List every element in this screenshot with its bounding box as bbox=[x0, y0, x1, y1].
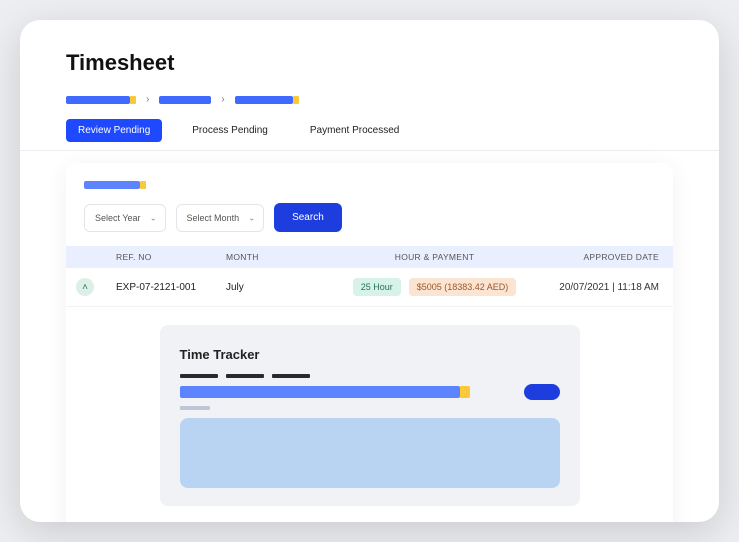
breadcrumb-accent-1 bbox=[130, 96, 136, 104]
col-hour-payment: HOUR & PAYMENT bbox=[336, 252, 533, 262]
action-row: Approve Reject bbox=[66, 516, 673, 522]
tracker-content-area bbox=[180, 418, 560, 488]
breadcrumb-item-3[interactable] bbox=[235, 96, 293, 104]
tracker-title: Time Tracker bbox=[180, 347, 560, 362]
tracker-tab-placeholders bbox=[180, 374, 560, 378]
tab-payment-processed[interactable]: Payment Processed bbox=[298, 119, 412, 142]
time-tracker-card: Time Tracker bbox=[160, 325, 580, 506]
chevron-down-icon: ⌄ bbox=[150, 213, 157, 222]
tracker-progress-bar bbox=[180, 386, 514, 398]
table-row: ˄ EXP-07-2121-001 July 25 Hour $5005 (18… bbox=[66, 268, 673, 307]
expand-toggle[interactable]: ˄ bbox=[76, 278, 94, 296]
col-ref: REF. NO bbox=[116, 252, 226, 262]
select-month-label: Select Month bbox=[187, 213, 240, 223]
breadcrumb-accent-3 bbox=[293, 96, 299, 104]
select-year-label: Select Year bbox=[95, 213, 141, 223]
payment-badge: $5005 (18383.42 AED) bbox=[409, 278, 517, 296]
chevron-right-icon: › bbox=[221, 94, 224, 105]
breadcrumb-item-2[interactable] bbox=[159, 96, 211, 104]
hour-badge: 25 Hour bbox=[353, 278, 401, 296]
search-button[interactable]: Search bbox=[274, 203, 342, 232]
tab-process-pending[interactable]: Process Pending bbox=[180, 119, 280, 142]
section-heading-placeholder bbox=[84, 181, 655, 189]
chevron-up-icon: ˄ bbox=[82, 282, 88, 293]
filter-row: Select Year ⌄ Select Month ⌄ Search bbox=[84, 203, 655, 232]
col-approved: APPROVED DATE bbox=[533, 252, 663, 262]
breadcrumb: › › bbox=[66, 94, 673, 105]
cell-hour-payment: 25 Hour $5005 (18383.42 AED) bbox=[336, 278, 533, 296]
header-region: Timesheet › › Review Pending Process Pen… bbox=[20, 20, 719, 142]
tab-review-pending[interactable]: Review Pending bbox=[66, 119, 162, 142]
tabs: Review Pending Process Pending Payment P… bbox=[66, 119, 673, 142]
divider bbox=[20, 150, 719, 151]
chevron-down-icon: ⌄ bbox=[248, 213, 255, 222]
select-month[interactable]: Select Month ⌄ bbox=[176, 204, 265, 232]
tracker-sub-placeholder bbox=[180, 406, 210, 410]
col-month: MONTH bbox=[226, 252, 336, 262]
chevron-right-icon: › bbox=[146, 94, 149, 105]
breadcrumb-item-1[interactable] bbox=[66, 96, 130, 104]
table-header: REF. NO MONTH HOUR & PAYMENT APPROVED DA… bbox=[66, 246, 673, 268]
app-window: Timesheet › › Review Pending Process Pen… bbox=[20, 20, 719, 522]
cell-ref: EXP-07-2121-001 bbox=[116, 282, 226, 293]
content-panel: Select Year ⌄ Select Month ⌄ Search REF.… bbox=[66, 163, 673, 522]
page-title: Timesheet bbox=[66, 50, 673, 76]
tracker-action-button[interactable] bbox=[524, 384, 560, 400]
cell-approved-date: 20/07/2021 | 11:18 AM bbox=[533, 282, 663, 293]
cell-month: July bbox=[226, 282, 336, 293]
select-year[interactable]: Select Year ⌄ bbox=[84, 204, 166, 232]
